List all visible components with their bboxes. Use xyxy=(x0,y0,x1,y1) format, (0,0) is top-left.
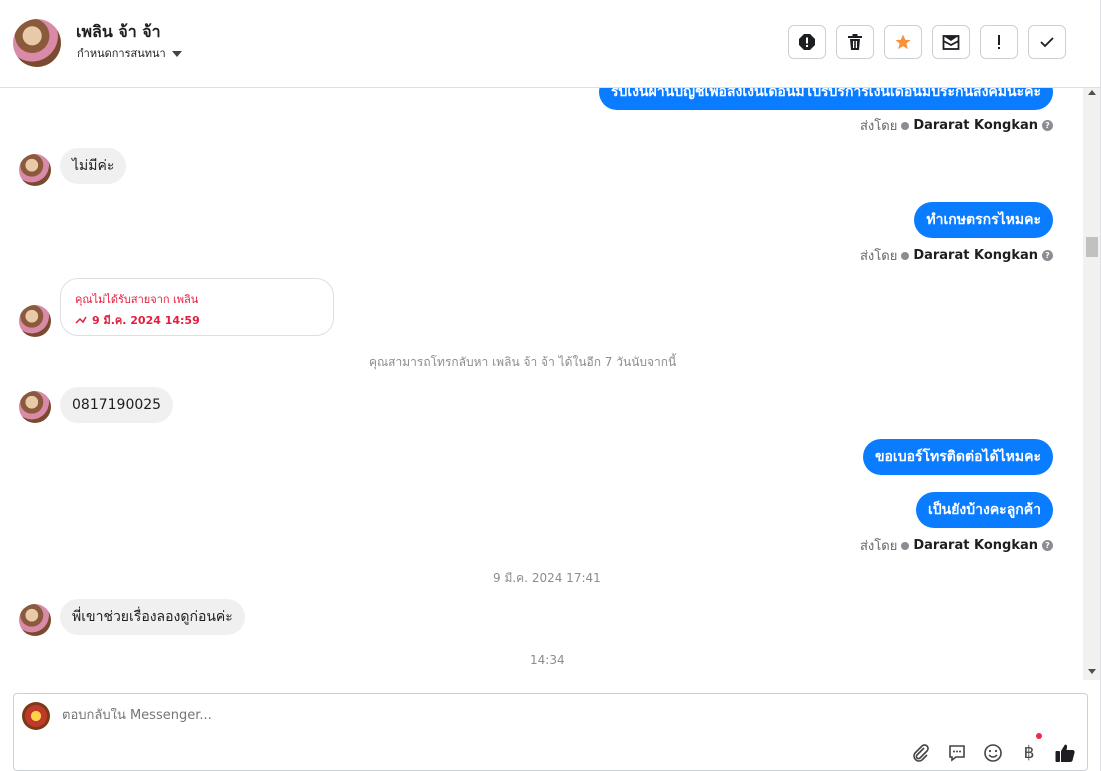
baht-icon: ฿ xyxy=(1023,743,1035,763)
sent-by-prefix: ส่งโดย xyxy=(859,119,898,134)
mark-unread-button[interactable] xyxy=(932,25,970,59)
sender-name[interactable]: Dararat Kongkan xyxy=(913,118,1038,133)
star-icon xyxy=(895,34,911,50)
message-thread[interactable]: รับเงินผ่านบัญชีเพื่อส่งเงินเดือนมีโปรบร… xyxy=(0,88,1083,680)
verified-icon xyxy=(901,121,910,130)
sender-name[interactable]: Dararat Kongkan xyxy=(913,248,1038,263)
timestamp-divider: 9 มี.ค. 2024 17:41 xyxy=(493,571,601,585)
reply-composer[interactable]: ฿ xyxy=(13,693,1088,771)
sent-by-label: ส่งโดย Dararat Kongkan ? xyxy=(860,245,1053,266)
outgoing-message[interactable]: ขอเบอร์โทรติดต่อได้ไหมคะ xyxy=(862,439,1053,475)
timestamp-divider: 14:34 xyxy=(530,653,565,667)
spam-button[interactable] xyxy=(788,25,826,59)
exclamation-icon xyxy=(998,35,1000,49)
follow-up-button[interactable] xyxy=(980,25,1018,59)
page-avatar xyxy=(22,702,50,730)
contact-avatar[interactable] xyxy=(13,19,61,67)
assign-label: กำหนดการสนทนา xyxy=(77,47,166,60)
outgoing-message[interactable]: รับเงินผ่านบัญชีเพื่อส่งเงินเดือนมีโปรบร… xyxy=(598,88,1053,110)
emoji-icon xyxy=(984,744,1002,762)
missed-call-title: คุณไม่ได้รับสายจาก เพลิน xyxy=(75,293,199,306)
contact-name[interactable]: เพลิน จ้า จ้า xyxy=(76,20,161,45)
sender-name[interactable]: Dararat Kongkan xyxy=(913,538,1038,553)
verified-icon xyxy=(901,251,910,260)
attach-button[interactable] xyxy=(910,742,932,764)
scroll-up-icon[interactable] xyxy=(1088,90,1096,95)
help-icon[interactable]: ? xyxy=(1042,540,1053,551)
missed-call-card[interactable]: คุณไม่ได้รับสายจาก เพลิน 9 มี.ค. 2024 14… xyxy=(60,278,334,336)
like-button[interactable] xyxy=(1054,742,1076,764)
reply-input[interactable] xyxy=(62,708,962,723)
delete-button[interactable] xyxy=(836,25,874,59)
outgoing-message[interactable]: ทำเกษตรกรไหมคะ xyxy=(914,202,1053,238)
missed-call-icon xyxy=(75,316,87,324)
incoming-message[interactable]: 0817190025 xyxy=(60,387,174,423)
chat-bubble-icon xyxy=(949,745,965,762)
star-button[interactable] xyxy=(884,25,922,59)
contact-avatar-small[interactable] xyxy=(19,604,51,636)
verified-icon xyxy=(901,541,910,550)
contact-avatar-small[interactable] xyxy=(19,305,51,337)
contact-avatar-small[interactable] xyxy=(19,391,51,423)
missed-call-time: 9 มี.ค. 2024 14:59 xyxy=(75,311,200,329)
outgoing-message[interactable]: เป็นยังบ้างคะลูกค้า xyxy=(915,492,1053,528)
sent-by-prefix: ส่งโดย xyxy=(859,249,898,264)
paperclip-icon xyxy=(913,744,929,762)
check-icon xyxy=(1040,37,1054,48)
caret-down-icon xyxy=(171,50,182,57)
incoming-message[interactable]: ไม่มีค่ะ xyxy=(60,148,127,184)
sent-by-label: ส่งโดย Dararat Kongkan ? xyxy=(860,535,1053,556)
alert-octagon-icon xyxy=(799,34,815,50)
assign-conversation-dropdown[interactable]: กำหนดการสนทนา xyxy=(77,44,182,62)
contact-avatar-small[interactable] xyxy=(19,154,51,186)
envelope-icon xyxy=(942,35,960,50)
notification-dot xyxy=(1036,733,1042,739)
emoji-button[interactable] xyxy=(982,742,1004,764)
conversation-header: เพลิน จ้า จ้า กำหนดการสนทนา xyxy=(0,0,1101,88)
thumbs-up-icon xyxy=(1055,744,1075,762)
missed-call-time-text: 9 มี.ค. 2024 14:59 xyxy=(92,314,200,327)
done-button[interactable] xyxy=(1028,25,1066,59)
incoming-message[interactable]: พี่เขาช่วยเรื่องลองดูก่อนค่ะ xyxy=(60,599,245,635)
sent-by-prefix: ส่งโดย xyxy=(859,539,898,554)
scroll-down-icon[interactable] xyxy=(1088,669,1096,674)
help-icon[interactable]: ? xyxy=(1042,250,1053,261)
scrollbar-thumb[interactable] xyxy=(1086,237,1098,257)
saved-replies-button[interactable] xyxy=(946,742,968,764)
sent-by-label: ส่งโดย Dararat Kongkan ? xyxy=(860,115,1053,136)
payment-button[interactable]: ฿ xyxy=(1018,742,1040,764)
scrollbar-track[interactable] xyxy=(1083,88,1100,680)
trash-icon xyxy=(848,34,862,50)
help-icon[interactable]: ? xyxy=(1042,120,1053,131)
callback-notice: คุณสามารถโทรกลับหา เพลิน จ้า จ้า ได้ในอี… xyxy=(369,355,677,369)
